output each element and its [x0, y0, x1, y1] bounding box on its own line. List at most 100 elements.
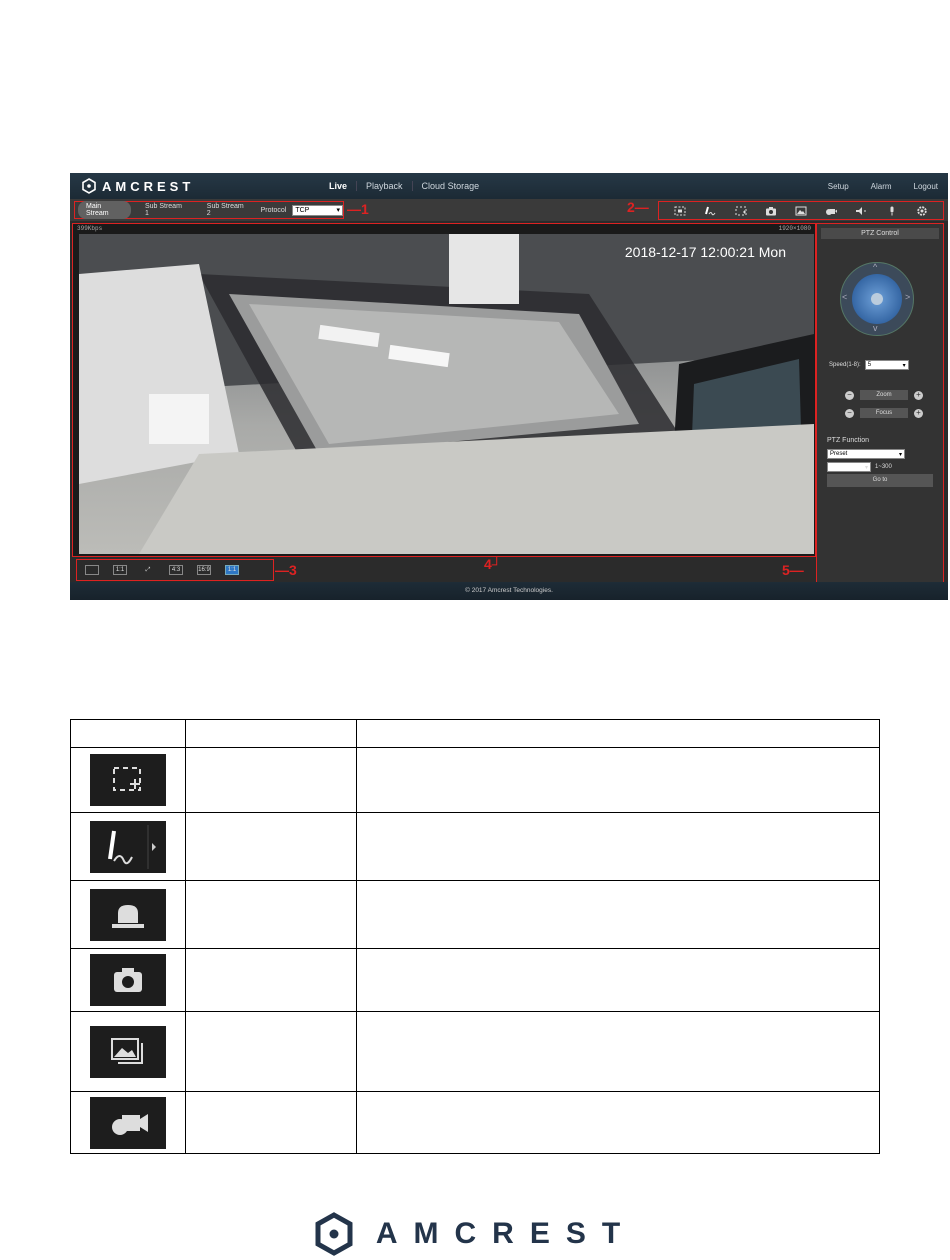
icon-cell — [70, 1091, 186, 1154]
settings-gear-icon[interactable] — [916, 205, 928, 216]
icon-description-table — [70, 719, 880, 1154]
callout-2: 2— — [627, 199, 649, 215]
camera-snapshot-icon[interactable] — [765, 206, 777, 216]
main-nav: Live Playback Cloud Storage — [320, 181, 488, 191]
ptz-panel: PTZ Control ^ v < > Speed(1-8): 5 ▾ − Zo… — [816, 223, 944, 586]
focus-in-button[interactable]: + — [914, 408, 923, 418]
speed-row: Speed(1-8): 5 ▾ — [829, 360, 909, 370]
goto-button[interactable]: Go to — [827, 474, 933, 487]
video-area: 399Kbps 1920×1080 2018-12-17 12:00:21 Mo… — [72, 223, 816, 557]
tab-sub-stream-1[interactable]: Sub Stream 1 — [137, 201, 193, 219]
table-cell — [356, 812, 880, 881]
live-tools — [658, 201, 944, 220]
stream-info-icon[interactable] — [85, 565, 99, 575]
nav-logout[interactable]: Logout — [914, 182, 938, 191]
focus-row: − Focus + — [845, 408, 923, 418]
arrow-left-icon[interactable]: < — [842, 292, 847, 302]
stream-selector: Main Stream Sub Stream 1 Sub Stream 2 Pr… — [74, 201, 344, 219]
callout-5: 5— — [782, 562, 804, 578]
table-cell — [356, 1011, 880, 1092]
ptz-control-title: PTZ Control — [821, 228, 939, 239]
chevron-down-icon: ▾ — [898, 451, 902, 458]
table-row — [70, 812, 880, 881]
fluency-button[interactable]: 1:1 — [225, 565, 239, 575]
arrow-down-icon[interactable]: v — [873, 323, 878, 333]
copyright-text: © 2017 Amcrest Technologies. — [465, 587, 553, 594]
region-zoom-icon[interactable] — [735, 206, 747, 216]
ptz-center-icon[interactable] — [871, 293, 883, 305]
aspect-4-3-button[interactable]: 4:3 — [169, 565, 183, 575]
table-cell — [356, 747, 880, 813]
nav-playback[interactable]: Playback — [356, 181, 412, 191]
protocol-select[interactable]: TCP ▾ — [292, 204, 343, 216]
nav-live[interactable]: Live — [320, 181, 356, 191]
zoom-label: Zoom — [860, 390, 908, 400]
camera-snapshot-icon — [90, 954, 166, 1006]
icon-cell — [70, 948, 186, 1012]
zoom-row: − Zoom + — [845, 390, 923, 400]
video-bottom-tools: 1:1 ⤢ 4:3 16:9 1:1 — [76, 559, 274, 581]
preset-number-select[interactable]: ▾ — [827, 462, 871, 472]
speed-label: Speed(1-8): — [829, 362, 861, 368]
original-scale-button[interactable]: 1:1 — [113, 565, 127, 575]
nav-cloud-storage[interactable]: Cloud Storage — [411, 181, 489, 191]
ui-footer: © 2017 Amcrest Technologies. — [70, 582, 948, 600]
chevron-down-icon: ▾ — [864, 464, 868, 471]
image-gallery-icon[interactable] — [795, 206, 807, 216]
live-video-feed[interactable]: 2018-12-17 12:00:21 Mon — [79, 234, 814, 554]
speed-select[interactable]: 5 ▾ — [864, 360, 909, 370]
amcrest-hex-icon — [315, 1212, 353, 1256]
nav-setup[interactable]: Setup — [828, 182, 849, 191]
pen-icon — [90, 820, 166, 873]
preset-range-label: 1~300 — [875, 464, 892, 470]
expand-icon[interactable]: ⤢ — [141, 565, 155, 575]
table-row — [70, 747, 880, 813]
region-zoom-icon — [90, 754, 166, 806]
tab-main-stream[interactable]: Main Stream — [78, 201, 131, 219]
zoom-in-button[interactable]: + — [914, 390, 923, 400]
bitrate-readout: 399Kbps — [77, 225, 103, 232]
ptz-dial-ring — [852, 274, 902, 324]
icon-cell — [70, 812, 186, 881]
right-nav: Setup Alarm Logout — [828, 182, 938, 191]
nav-alarm[interactable]: Alarm — [871, 182, 892, 191]
preset-number-row: ▾ 1~300 — [827, 462, 892, 472]
table-cell — [356, 880, 880, 949]
microphone-icon[interactable] — [886, 206, 898, 216]
table-row — [70, 880, 880, 949]
ptz-direction-dial[interactable]: ^ v < > — [840, 262, 914, 336]
arrow-right-icon[interactable]: > — [905, 292, 910, 302]
arrow-up-icon[interactable]: ^ — [873, 262, 877, 272]
live-toolbar: Main Stream Sub Stream 1 Sub Stream 2 Pr… — [70, 199, 948, 221]
table-header-cell — [70, 719, 186, 748]
pen-icon[interactable] — [704, 206, 716, 216]
video-timestamp-osd: 2018-12-17 12:00:21 Mon — [624, 244, 786, 260]
speed-value: 5 — [867, 362, 872, 368]
image-gallery-icon — [90, 1025, 166, 1078]
table-row — [70, 1011, 880, 1092]
callout-3: —3 — [275, 562, 297, 578]
record-video-icon[interactable] — [825, 206, 838, 216]
top-nav-bar: AMCREST Live Playback Cloud Storage Setu… — [70, 173, 948, 199]
table-cell — [185, 747, 357, 813]
focus-out-button[interactable]: − — [845, 408, 854, 418]
speaker-icon[interactable] — [855, 206, 867, 216]
table-header-row — [70, 719, 880, 748]
logo-text: AMCREST — [102, 178, 195, 194]
table-header-cell — [356, 719, 880, 748]
amcrest-logo: AMCREST — [82, 178, 194, 194]
focus-label: Focus — [860, 408, 908, 418]
table-cell — [356, 1091, 880, 1154]
icon-cell — [70, 1011, 186, 1092]
tab-sub-stream-2[interactable]: Sub Stream 2 — [199, 201, 255, 219]
ptz-function-label: PTZ Function — [827, 437, 870, 444]
fullscreen-icon[interactable] — [674, 206, 686, 216]
chevron-down-icon: ▾ — [902, 362, 906, 369]
table-cell — [185, 1011, 357, 1092]
zoom-out-button[interactable]: − — [845, 390, 854, 400]
protocol-value: TCP — [295, 206, 310, 214]
ptz-function-select[interactable]: Preset ▾ — [827, 449, 905, 459]
aspect-16-9-button[interactable]: 16:9 — [197, 565, 211, 575]
chevron-down-icon: ▾ — [336, 207, 340, 214]
amcrest-hex-icon — [82, 178, 96, 194]
